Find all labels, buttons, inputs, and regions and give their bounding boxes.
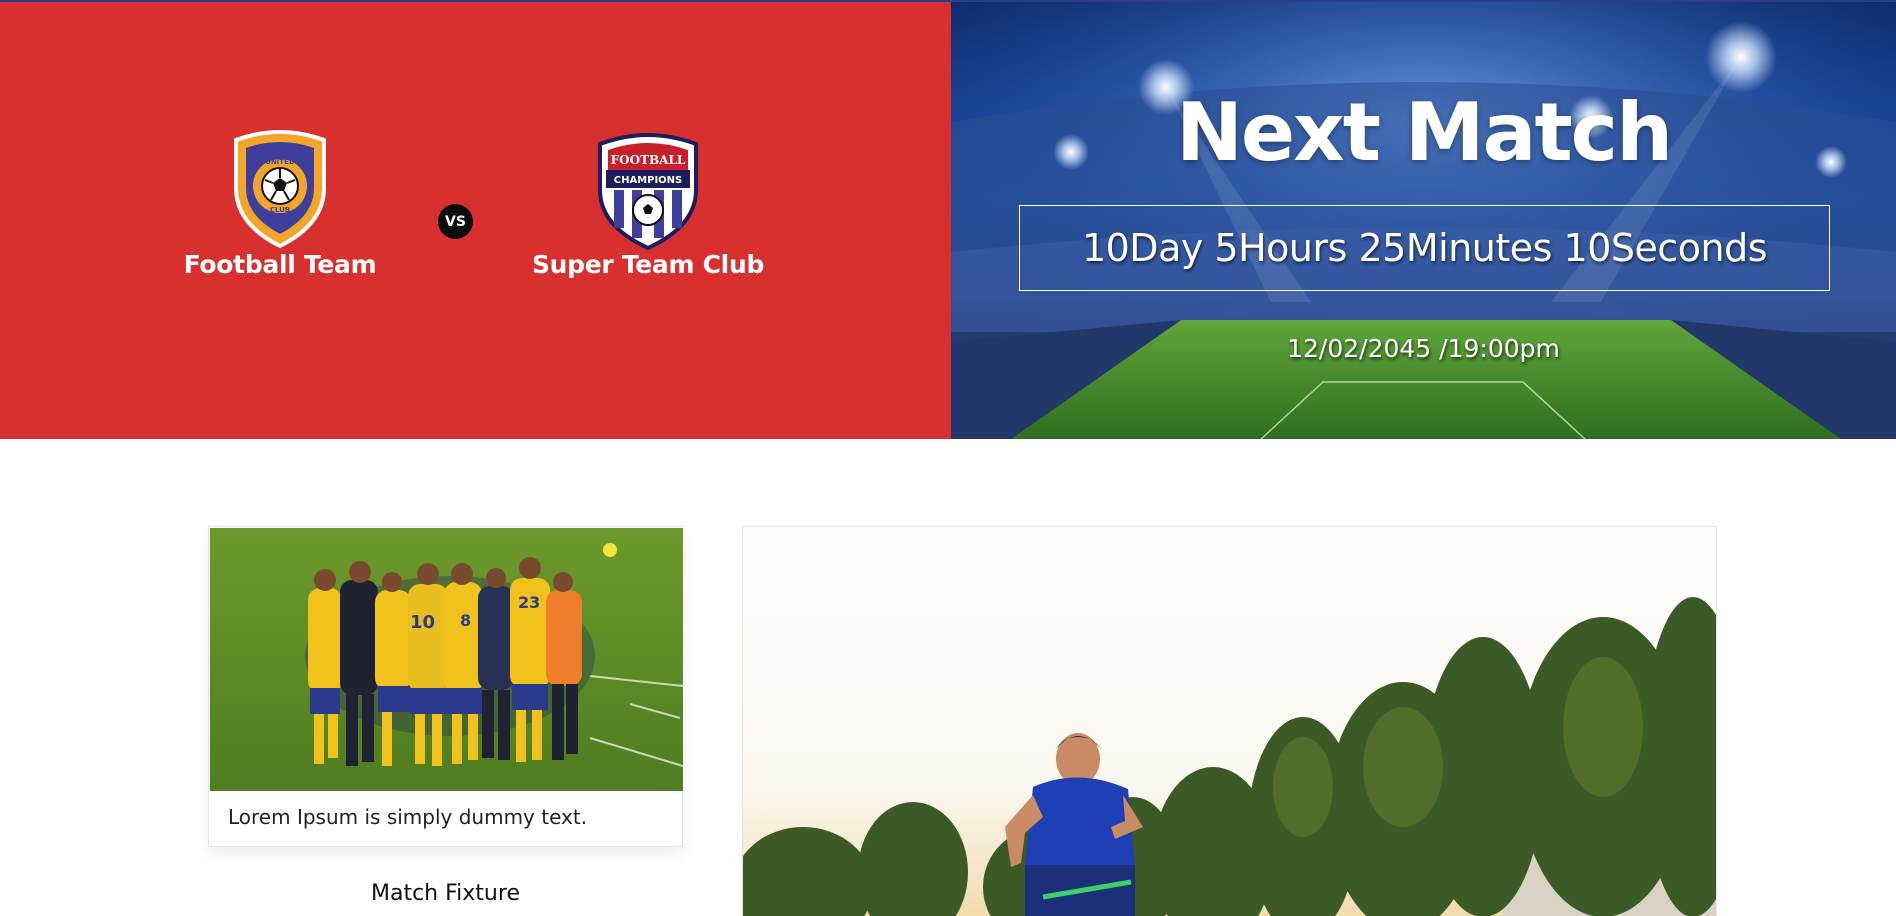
match-banner: UNITED CLUB Football Team VS FOOTBALL CH…	[0, 0, 1896, 439]
svg-text:10: 10	[410, 612, 435, 633]
feature-player-image[interactable]	[742, 526, 1717, 916]
away-team-name: Super Team Club	[531, 250, 765, 279]
svg-text:CHAMPIONS: CHAMPIONS	[614, 175, 683, 186]
next-match-panel: Next Match 10Day 5Hours 25Minutes 10Seco…	[951, 2, 1896, 439]
vs-badge: VS	[438, 204, 473, 239]
player-training-photo	[743, 527, 1716, 916]
home-team[interactable]: UNITED CLUB Football Team	[160, 126, 400, 279]
news-card-caption[interactable]: Lorem Ipsum is simply dummy text.	[228, 805, 587, 829]
next-match-title: Next Match	[1175, 86, 1673, 179]
united-club-crest-icon: UNITED CLUB	[234, 130, 326, 249]
away-team[interactable]: FOOTBALL CHAMPIONS Super Team Club	[528, 126, 768, 279]
svg-text:8: 8	[460, 611, 471, 630]
home-team-name: Football Team	[183, 250, 377, 279]
svg-text:UNITED: UNITED	[265, 158, 295, 166]
team-huddle-image[interactable]: 10 8 23	[210, 528, 683, 791]
svg-text:23: 23	[518, 593, 540, 612]
match-fixture-heading[interactable]: Match Fixture	[208, 881, 683, 906]
matchup-panel: UNITED CLUB Football Team VS FOOTBALL CH…	[0, 2, 951, 439]
football-champions-crest-icon: FOOTBALL CHAMPIONS	[598, 133, 698, 250]
svg-text:CLUB: CLUB	[270, 206, 290, 214]
news-card[interactable]: 10 8 23 Lorem Ipsum is simply dummy text…	[208, 526, 683, 847]
countdown-timer: 10Day 5Hours 25Minutes 10Seconds	[1019, 205, 1830, 291]
match-date-time: 12/02/2045 /19:00pm	[1287, 334, 1560, 363]
svg-text:FOOTBALL: FOOTBALL	[611, 153, 686, 167]
team-huddle-photo: 10 8 23	[210, 528, 683, 791]
